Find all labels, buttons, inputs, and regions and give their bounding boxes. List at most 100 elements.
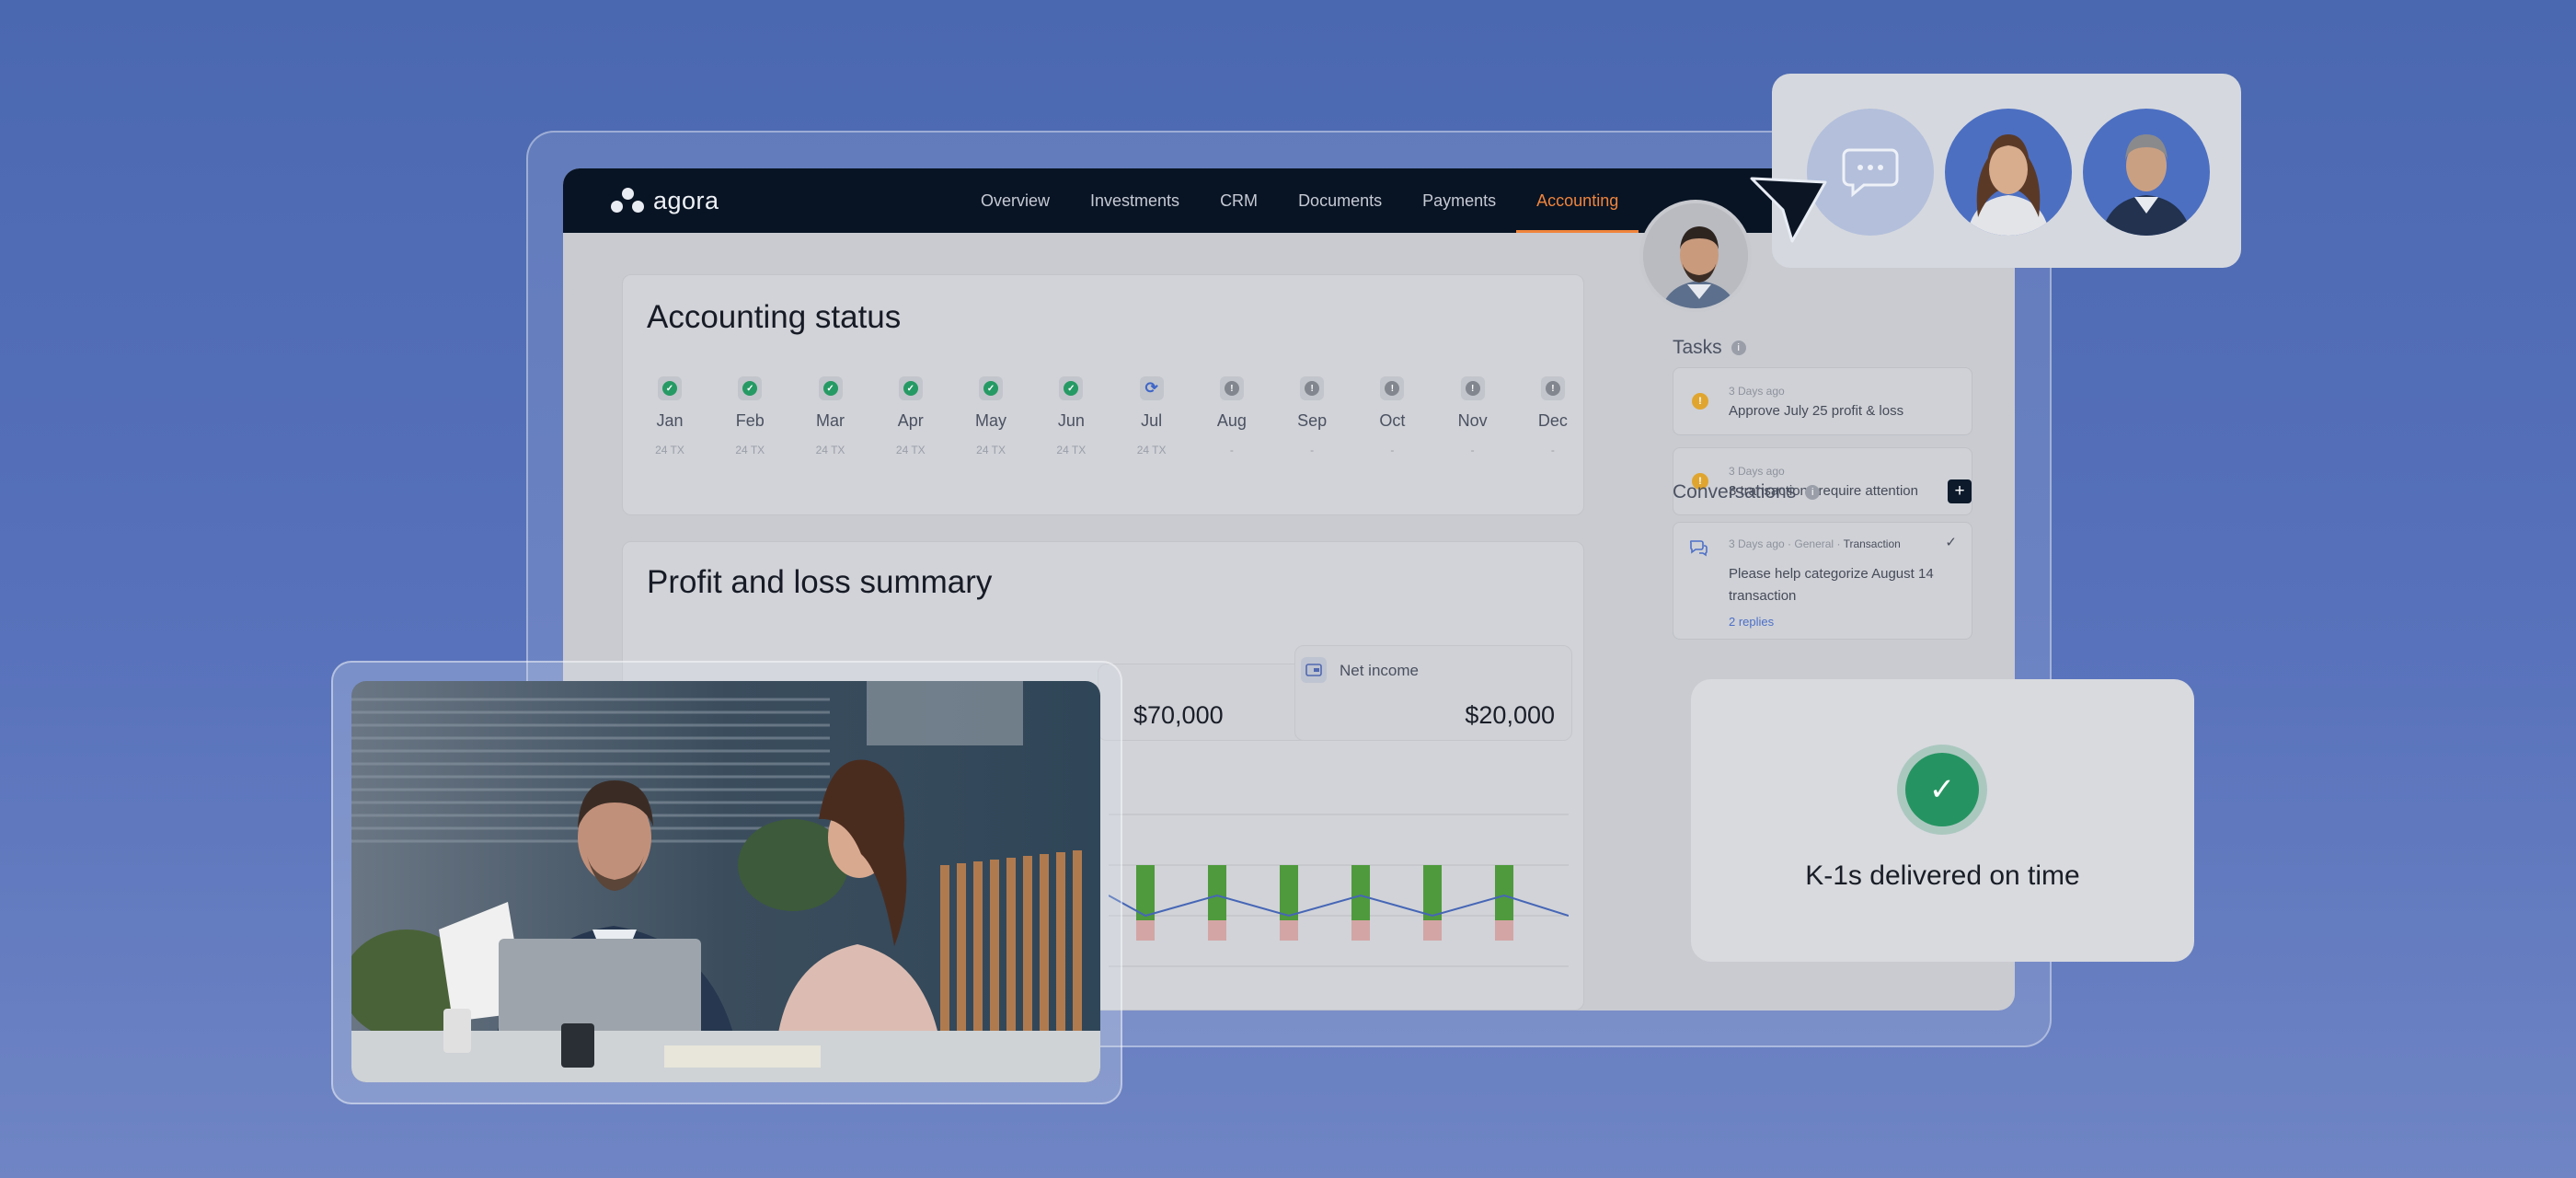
task-text: Approve July 25 profit & loss — [1729, 403, 1904, 419]
k1-delivered-card: ✓ K-1s delivered on time — [1691, 679, 2194, 962]
nav-investments[interactable]: Investments — [1070, 168, 1200, 233]
status-dot: ! — [1545, 381, 1560, 396]
nav-accounting[interactable]: Accounting — [1516, 168, 1639, 233]
month-tx-count: - — [1470, 444, 1475, 456]
chat-bubbles-icon — [1689, 540, 1708, 557]
chat-bubble-icon — [1842, 148, 1899, 198]
participant-avatar-man[interactable] — [2083, 109, 2210, 236]
month-name: Jan — [656, 411, 684, 430]
participants-panel — [1772, 74, 2241, 268]
check-icon: ✓ — [979, 376, 1004, 400]
profit-loss-chart — [1109, 814, 1569, 967]
add-conversation-button[interactable]: + — [1948, 479, 1972, 503]
month-name: Jun — [1057, 411, 1085, 430]
conversations-title-text: Conversations — [1673, 481, 1797, 502]
status-dot: ! — [1465, 381, 1480, 396]
clock-icon: ! — [1540, 376, 1565, 400]
month-name: Apr — [897, 411, 924, 430]
cursor-pointer-icon — [1750, 177, 1827, 243]
task-time: 3 Days ago — [1729, 465, 1785, 478]
check-icon: ✓ — [738, 376, 763, 400]
meta-separator: · — [1836, 537, 1844, 550]
month-status-feb[interactable]: ✓ Feb 24 TX — [727, 376, 773, 456]
nav-payments[interactable]: Payments — [1402, 168, 1516, 233]
income-bar — [1280, 865, 1298, 920]
status-dot: ✓ — [983, 381, 999, 396]
clock-icon: ! — [1380, 376, 1405, 400]
month-status-jan[interactable]: ✓ Jan 24 TX — [647, 376, 693, 456]
month-status-oct[interactable]: ! Oct - — [1369, 376, 1415, 456]
check-icon: ✓ — [1059, 376, 1084, 400]
month-tx-count: - — [1229, 444, 1234, 456]
resolved-check-icon: ✓ — [1945, 535, 1957, 550]
month-status-jun[interactable]: ✓ Jun 24 TX — [1048, 376, 1094, 456]
net-income-label: Net income — [1340, 662, 1419, 679]
conversations-info-icon[interactable]: i — [1805, 485, 1821, 501]
logo-text: agora — [653, 187, 719, 214]
net-income-icon — [1301, 657, 1327, 683]
nav-crm[interactable]: CRM — [1200, 168, 1278, 233]
month-name: Jul — [1141, 411, 1163, 430]
conversation-tag-general: General — [1794, 537, 1834, 550]
agora-logo[interactable]: agora — [611, 187, 719, 215]
month-tx-count: 24 TX — [895, 444, 926, 456]
clock-icon: ! — [1300, 376, 1325, 400]
accounting-status-card: Accounting status ✓ Jan 24 TX ✓ Feb 24 TX ✓ Mar… — [622, 274, 1584, 515]
task-time: 3 Days ago — [1729, 385, 1785, 398]
tasks-title-text: Tasks — [1673, 337, 1722, 358]
success-check-icon: ✓ — [1905, 753, 1979, 826]
month-status-nov[interactable]: ! Nov - — [1450, 376, 1496, 456]
expense-bar — [1136, 920, 1155, 941]
k1-delivered-text: K-1s delivered on time — [1805, 860, 2080, 891]
month-name: Aug — [1216, 411, 1247, 430]
participant-avatar-woman[interactable] — [1945, 109, 2072, 236]
month-name: Dec — [1537, 411, 1568, 430]
status-dot: ✓ — [903, 381, 918, 396]
tasks-title: Tasks i — [1673, 337, 1746, 359]
check-icon: ✓ — [898, 376, 923, 400]
expense-bar — [1495, 920, 1513, 941]
month-tx-count: 24 TX — [735, 444, 765, 456]
month-name: Mar — [816, 411, 845, 430]
month-name: Nov — [1457, 411, 1488, 430]
agora-logo-icon — [611, 187, 646, 215]
month-tx-count: - — [1550, 444, 1555, 456]
expense-bar — [1351, 920, 1370, 941]
expense-bar — [1208, 920, 1226, 941]
sync-icon: ⟳ — [1139, 376, 1164, 400]
conversation-tag-transaction: Transaction — [1843, 537, 1901, 550]
month-name: Feb — [735, 411, 765, 430]
status-dot: ! — [1224, 381, 1239, 396]
month-tx-count: 24 TX — [1136, 444, 1167, 456]
status-dot: ✓ — [1064, 381, 1079, 396]
month-tx-count: - — [1390, 444, 1395, 456]
month-status-aug[interactable]: ! Aug - — [1209, 376, 1255, 456]
nav-documents[interactable]: Documents — [1278, 168, 1402, 233]
net-income-amount: $20,000 — [1465, 701, 1555, 729]
month-status-may[interactable]: ✓ May 24 TX — [968, 376, 1014, 456]
month-status-apr[interactable]: ✓ Apr 24 TX — [888, 376, 934, 456]
check-icon: ✓ — [658, 376, 682, 400]
conversation-item[interactable]: 3 Days ago · General · Transaction ✓ Ple… — [1673, 522, 1972, 640]
month-tx-count: 24 TX — [1056, 444, 1087, 456]
month-status-sep[interactable]: ! Sep - — [1289, 376, 1335, 456]
status-dot: ✓ — [742, 381, 758, 396]
conversation-message: Please help categorize August 14 transac… — [1729, 566, 1934, 604]
month-status-dec[interactable]: ! Dec - — [1530, 376, 1576, 456]
accounting-status-title: Accounting status — [647, 299, 902, 335]
month-name: May — [975, 411, 1007, 430]
nav-overview[interactable]: Overview — [960, 168, 1070, 233]
advisor-avatar — [1639, 200, 1752, 312]
income-bar — [1208, 865, 1226, 920]
net-income-card: Net income $20,000 — [1294, 645, 1572, 741]
replies-link[interactable]: 2 replies — [1729, 615, 1774, 629]
status-dot: ✓ — [822, 381, 838, 396]
check-icon: ✓ — [818, 376, 843, 400]
warning-icon: ! — [1692, 393, 1708, 410]
month-status-mar[interactable]: ✓ Mar 24 TX — [808, 376, 854, 456]
expenses-amount: $70,000 — [1133, 701, 1224, 729]
month-status-jul[interactable]: ⟳ Jul 24 TX — [1129, 376, 1175, 456]
tasks-info-icon[interactable]: i — [1731, 341, 1746, 356]
expense-bar — [1423, 920, 1442, 941]
task-item[interactable]: ! 3 Days ago Approve July 25 profit & lo… — [1673, 367, 1972, 435]
